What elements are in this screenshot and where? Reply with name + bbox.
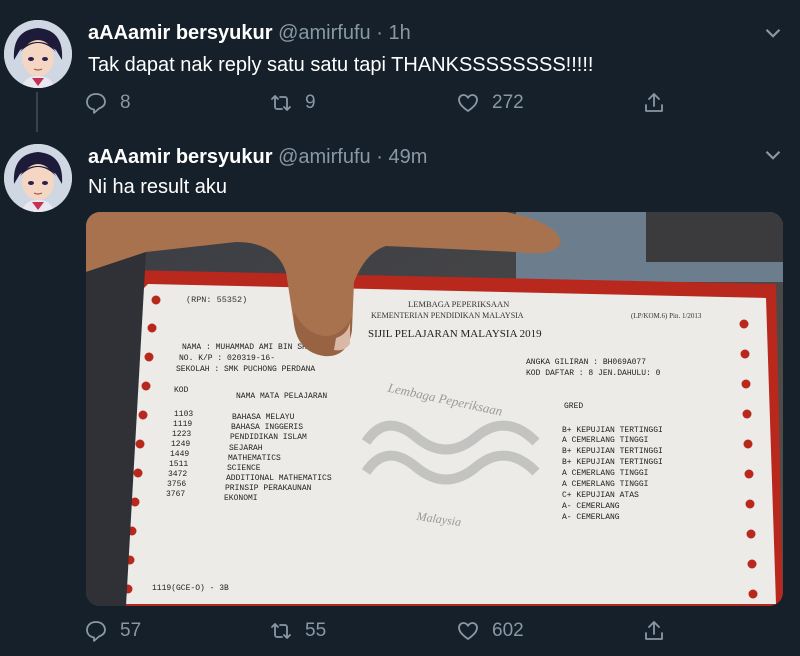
index-number: ANGKA GILIRAN : BH069A077 xyxy=(526,358,646,367)
subject-grade: A CEMERLANG TINGGI xyxy=(562,480,648,489)
subject-name: BAHASA MELAYU xyxy=(232,413,295,422)
subject-grade: A- CEMERLANG xyxy=(562,513,620,522)
org-line-2: KEMENTERIAN PENDIDIKAN MALAYSIA xyxy=(371,311,524,320)
footer-code: 1119(GCE-O) - 3B xyxy=(152,584,229,593)
like-button[interactable]: 272 xyxy=(456,88,524,118)
like-button[interactable]: 602 xyxy=(456,616,524,646)
col-kod: KOD xyxy=(174,386,189,395)
subject-code: 1119 xyxy=(173,420,192,429)
share-button[interactable] xyxy=(642,616,666,646)
reply-button[interactable]: 57 xyxy=(84,616,141,646)
subject-grade: B+ KEPUJIAN TERTINGGI xyxy=(562,458,663,467)
subject-code: 3756 xyxy=(167,480,186,489)
user-handle[interactable]: @amirfufu xyxy=(278,146,371,168)
chevron-down-icon[interactable] xyxy=(760,142,786,168)
subject-grade: A CEMERLANG TINGGI xyxy=(562,436,648,445)
reply-icon xyxy=(86,93,106,114)
subject-name: PENDIDIKAN ISLAM xyxy=(230,433,307,442)
tweet-1[interactable]: aAAamir bersyukur @amirfufu · 1h Tak dap… xyxy=(0,0,800,140)
thread-line xyxy=(36,92,38,132)
school-line: SEKOLAH : SMK PUCHONG PERDANA xyxy=(176,365,315,374)
share-button[interactable] xyxy=(642,88,666,118)
share-icon xyxy=(645,93,663,112)
subject-name: BAHASA INGGERIS xyxy=(231,423,303,432)
display-name[interactable]: aAAamir bersyukur xyxy=(88,146,273,168)
subject-name: ADDITIONAL MATHEMATICS xyxy=(226,474,332,483)
retweet-button[interactable]: 9 xyxy=(269,88,316,118)
tweet-photo[interactable]: Lembaga Peperiksaan Malaysia (RPN: 55352… xyxy=(86,212,783,606)
tweet-timestamp[interactable]: 49m xyxy=(388,146,427,168)
col-gred: GRED xyxy=(564,402,583,411)
subject-name: SCIENCE xyxy=(227,464,261,473)
heart-icon xyxy=(458,94,478,112)
avatar-image xyxy=(4,20,72,88)
retweet-count: 9 xyxy=(305,92,316,113)
subject-name: EKONOMI xyxy=(224,494,258,503)
org-line-1: LEMBAGA PEPERIKSAAN xyxy=(408,299,509,309)
subject-code: 1103 xyxy=(174,410,193,419)
like-count: 602 xyxy=(492,620,524,641)
register-code: KOD DAFTAR : 8 JEN.DAHULU: 0 xyxy=(526,369,661,378)
subject-name: PRINSIP PERAKAUNAN xyxy=(225,484,312,493)
user-handle[interactable]: @amirfufu xyxy=(278,22,371,44)
subject-grade: B+ KEPUJIAN TERTINGGI xyxy=(562,447,663,456)
retweet-button[interactable]: 55 xyxy=(269,616,326,646)
subject-code: 1511 xyxy=(169,460,188,469)
subject-grade: B+ KEPUJIAN TERTINGGI xyxy=(562,426,663,435)
retweet-icon xyxy=(271,95,291,111)
reply-button[interactable]: 8 xyxy=(84,88,131,118)
subject-name: MATHEMATICS xyxy=(228,454,281,463)
retweet-count: 55 xyxy=(305,620,327,641)
avatar[interactable] xyxy=(4,20,72,88)
result-slip-photo: Lembaga Peperiksaan Malaysia (RPN: 55352… xyxy=(86,212,783,606)
subject-code: 1249 xyxy=(171,440,190,449)
subject-grade: C+ KEPUJIAN ATAS xyxy=(562,491,639,500)
heart-icon xyxy=(458,622,478,640)
retweet-icon xyxy=(271,623,291,639)
reply-icon xyxy=(86,621,106,642)
reply-count: 8 xyxy=(120,92,131,113)
separator-dot: · xyxy=(376,146,383,168)
subject-code: 3767 xyxy=(166,490,185,499)
tweet-header: aAAamir bersyukur @amirfufu · 1h xyxy=(88,22,411,45)
tweet-timestamp[interactable]: 1h xyxy=(388,22,410,44)
subject-code: 1223 xyxy=(172,430,191,439)
subject-grade: A- CEMERLANG xyxy=(562,502,620,511)
reply-count: 57 xyxy=(120,620,142,641)
rpn-text: (RPN: 55352) xyxy=(186,295,247,305)
chevron-down-icon[interactable] xyxy=(760,20,786,46)
avatar[interactable] xyxy=(4,144,72,212)
tweet-actions: 57 55 602 xyxy=(84,616,684,646)
avatar-image xyxy=(4,144,72,212)
form-code: (LP/KOM.6) Pin. 1/2013 xyxy=(631,312,702,320)
subject-grade: A CEMERLANG TINGGI xyxy=(562,469,648,478)
subject-code: 3472 xyxy=(168,470,187,479)
share-icon xyxy=(645,621,663,640)
tweet-header: aAAamir bersyukur @amirfufu · 49m xyxy=(88,146,427,169)
tweet-actions: 8 9 272 xyxy=(84,88,684,118)
tweet-text: Tak dapat nak reply satu satu tapi THANK… xyxy=(88,54,594,76)
subject-name: SEJARAH xyxy=(229,444,263,453)
separator-dot: · xyxy=(376,22,383,44)
ic-line: NO. K/P : 020319-16- xyxy=(179,354,275,363)
subject-code: 1449 xyxy=(170,450,189,459)
certificate-title: SIJIL PELAJARAN MALAYSIA 2019 xyxy=(368,328,542,340)
tweet-text: Ni ha result aku xyxy=(88,176,227,198)
display-name[interactable]: aAAamir bersyukur xyxy=(88,22,273,44)
col-nama: NAMA MATA PELAJARAN xyxy=(236,392,327,401)
like-count: 272 xyxy=(492,92,524,113)
